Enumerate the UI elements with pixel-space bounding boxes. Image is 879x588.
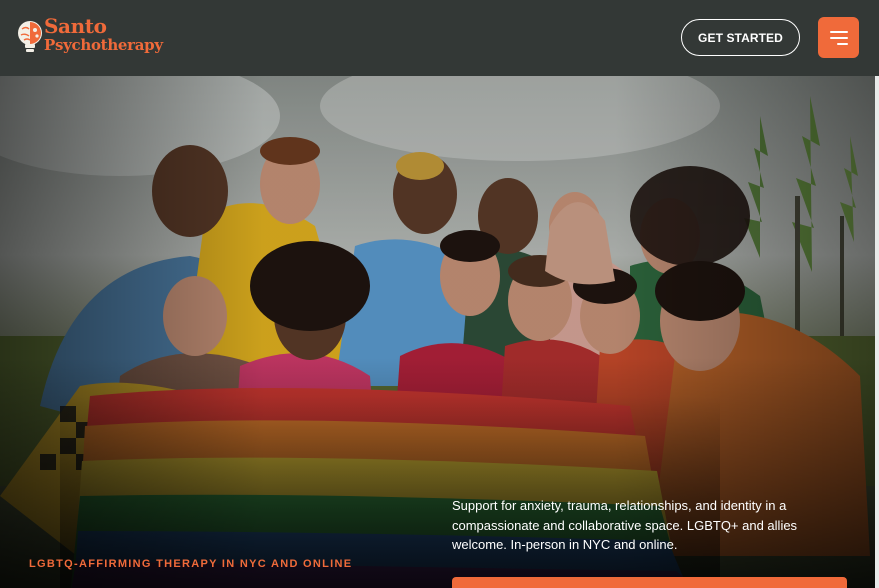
get-started-button[interactable]: GET STARTED bbox=[681, 19, 800, 56]
brain-lightbulb-icon bbox=[18, 21, 42, 52]
logo[interactable]: Santo Psychotherapy bbox=[17, 14, 167, 57]
hero-cta-button[interactable] bbox=[452, 577, 847, 588]
page-edge bbox=[875, 76, 879, 588]
hero-description: Support for anxiety, trauma, relationshi… bbox=[452, 498, 798, 552]
menu-button[interactable] bbox=[818, 17, 859, 58]
logo-wordmark-line1: Santo bbox=[44, 14, 107, 38]
hamburger-line-3 bbox=[837, 43, 848, 45]
hero-section: Support for anxiety, trauma, relationshi… bbox=[0, 76, 879, 588]
hero-eyebrow: LGBTQ-AFFIRMING THERAPY IN NYC AND ONLIN… bbox=[29, 558, 353, 570]
site-header: Santo Psychotherapy GET STARTED bbox=[0, 0, 879, 76]
hamburger-menu-icon bbox=[830, 31, 848, 33]
logo-wordmark-line2: Psychotherapy bbox=[44, 36, 163, 54]
hamburger-line-2 bbox=[830, 37, 848, 39]
